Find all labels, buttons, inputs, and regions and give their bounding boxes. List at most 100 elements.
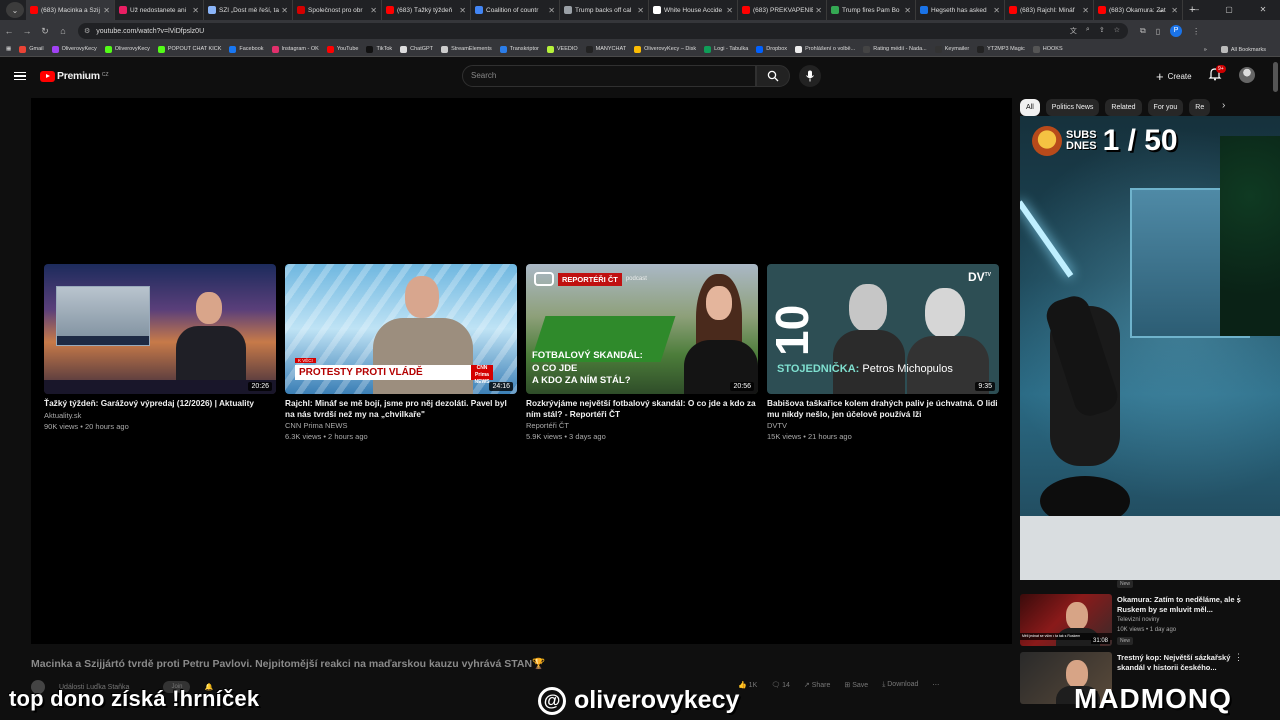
bookmark-item[interactable]: Rating médií - Nada... xyxy=(863,45,927,53)
video-thumbnail[interactable]: K VĚCI PROTESTY PROTI VLÁDĚ CNN Prima NE… xyxy=(285,264,517,394)
more-options-icon[interactable]: ⋮ xyxy=(1234,594,1243,605)
chevron-down-icon[interactable]: ⌄ xyxy=(1144,0,1178,20)
browser-tab[interactable]: Hegseth has asked ✕ xyxy=(916,0,1005,20)
video-title[interactable]: Rozkrývjáme největší fotbalový skandál: … xyxy=(526,398,758,419)
menu-icon[interactable] xyxy=(14,71,26,81)
browser-tab[interactable]: Trump backs off cal ✕ xyxy=(560,0,649,20)
end-card[interactable]: REPORTÉŘI ČT podcast FOTBALOVÝ SKANDÁL: … xyxy=(526,264,758,441)
page-scrollbar[interactable] xyxy=(1273,62,1278,92)
tab-close-icon[interactable]: ✕ xyxy=(726,6,733,15)
address-bar[interactable]: ⚙ youtube.com/watch?v=lViDfpslz0U 文 ⌕ ⇪ … xyxy=(78,23,1128,39)
more-options-icon[interactable]: ⋮ xyxy=(1234,652,1243,663)
extensions-icon[interactable]: ⧉ xyxy=(1140,26,1146,36)
browser-tab[interactable]: Coalition of countr ✕ xyxy=(471,0,560,20)
tab-close-icon[interactable]: ✕ xyxy=(904,6,911,15)
bookmark-item[interactable]: POPOUT CHAT KICK xyxy=(157,45,221,53)
tab-close-icon[interactable]: ✕ xyxy=(370,6,377,15)
maximize-button[interactable]: ▢ xyxy=(1212,0,1246,20)
reload-button[interactable]: ↻ xyxy=(36,26,54,37)
tab-close-icon[interactable]: ✕ xyxy=(103,6,110,15)
browser-menu-icon[interactable]: ⋮ xyxy=(1192,27,1200,36)
translate-icon[interactable]: 文 xyxy=(1070,26,1077,36)
tab-close-icon[interactable]: ✕ xyxy=(1082,6,1089,15)
bookmark-item[interactable]: OliverovyKecy xyxy=(104,45,150,53)
search-button[interactable] xyxy=(756,65,790,87)
bookmark-item[interactable]: OliverovyKecy – Disk xyxy=(634,45,696,53)
tab-close-icon[interactable]: ✕ xyxy=(993,6,1000,15)
minimize-button[interactable]: — xyxy=(1178,0,1212,20)
recommendation-channel[interactable]: Televizní noviny xyxy=(1117,617,1159,623)
create-button[interactable]: + Create xyxy=(1150,66,1198,86)
browser-tab[interactable]: Společnost pro obr ✕ xyxy=(293,0,382,20)
tab-close-icon[interactable]: ✕ xyxy=(815,6,822,15)
video-thumbnail[interactable]: 20:26 xyxy=(44,264,276,394)
video-title[interactable]: Ťažký týždeň: Garážový výpredaj (12/2026… xyxy=(44,398,276,409)
comments-button[interactable]: 🗨 14 xyxy=(771,681,790,689)
bookmark-item[interactable]: TikTok xyxy=(366,45,392,53)
bookmark-star-icon[interactable]: ☆ xyxy=(1114,26,1120,36)
video-title[interactable]: Rajchl: Mináf se mě bojí, jsme pro něj d… xyxy=(285,398,517,419)
bookmark-item[interactable]: YouTube xyxy=(326,45,358,53)
site-info-icon[interactable]: ⚙ xyxy=(84,27,90,35)
bookmark-item[interactable]: Gmail xyxy=(19,45,44,53)
more-actions-icon[interactable]: ⋯ xyxy=(932,681,939,689)
like-button[interactable]: 👍 1K xyxy=(738,681,757,689)
tab-close-icon[interactable]: ✕ xyxy=(637,6,644,15)
filter-chip[interactable]: For you xyxy=(1147,98,1184,116)
bookmark-item[interactable]: VEEDIO xyxy=(546,45,578,53)
home-button[interactable]: ⌂ xyxy=(54,26,72,36)
bookmark-item[interactable]: Keymailer xyxy=(934,45,969,53)
share-button[interactable]: ↗ Share xyxy=(804,681,831,689)
tab-close-icon[interactable]: ✕ xyxy=(192,6,199,15)
filter-chip[interactable]: Politics News xyxy=(1045,98,1100,116)
bookmark-item[interactable]: OliverovyKecy xyxy=(51,45,97,53)
bookmark-item[interactable]: Facebook xyxy=(229,45,264,53)
forward-button[interactable]: → xyxy=(18,26,36,36)
bookmark-item[interactable]: Prohlášení o volbě... xyxy=(795,45,855,53)
end-card[interactable]: 10 DVTV STOJEDNIČKA: Petros Michopulos 9… xyxy=(767,264,999,441)
youtube-logo[interactable]: Premium CZ xyxy=(40,70,109,82)
all-bookmarks-button[interactable]: All Bookmarks xyxy=(1220,46,1266,53)
recommendation-thumbnail[interactable]: Měli jednat se vším • ta tak s Ruskem 31… xyxy=(1020,594,1112,646)
filter-chip[interactable]: All xyxy=(1020,98,1040,116)
profile-avatar[interactable]: P xyxy=(1170,25,1183,37)
channel-name[interactable]: CNN Prima NEWS xyxy=(285,421,517,430)
filter-chip[interactable]: Re xyxy=(1189,98,1211,116)
channel-name[interactable]: Reportéři ČT xyxy=(526,421,758,430)
bookmark-item[interactable]: YT2MP3 Magic xyxy=(977,45,1025,53)
tab-search-button[interactable]: ⌄ xyxy=(6,2,24,18)
save-button[interactable]: ⊞ Save xyxy=(844,681,868,689)
browser-tab[interactable]: Trump fires Pam Bo ✕ xyxy=(827,0,916,20)
bookmark-item[interactable]: MANYCHAT xyxy=(585,45,626,53)
filter-chip[interactable]: Related xyxy=(1105,98,1142,116)
search-input[interactable]: Search xyxy=(462,65,756,87)
video-thumbnail[interactable]: REPORTÉŘI ČT podcast FOTBALOVÝ SKANDÁL: … xyxy=(526,264,758,394)
zoom-icon[interactable]: ⌕ xyxy=(1086,26,1090,36)
video-title[interactable]: Babišova taškařice kolem drahých paliv j… xyxy=(767,398,999,419)
chevron-right-icon[interactable]: › xyxy=(1222,100,1225,111)
bookmark-item[interactable]: Logi - Tabulka xyxy=(704,45,748,53)
tab-close-icon[interactable]: ✕ xyxy=(548,6,555,15)
browser-tab[interactable]: SZI „Dost mě řeší, tak j ✕ xyxy=(204,0,293,20)
tab-close-icon[interactable]: ✕ xyxy=(281,6,288,15)
close-window-button[interactable]: ✕ xyxy=(1246,0,1280,20)
browser-tab[interactable]: (683) PREKVAPENIE ✕ xyxy=(738,0,827,20)
voice-search-button[interactable] xyxy=(799,65,821,87)
download-button[interactable]: ⤓ Download xyxy=(882,681,918,689)
tab-close-icon[interactable]: ✕ xyxy=(459,6,466,15)
sidepanel-icon[interactable]: ▯ xyxy=(1156,27,1160,36)
browser-tab[interactable]: (683) Rajchl: Mináf ✕ xyxy=(1005,0,1094,20)
account-avatar[interactable] xyxy=(1239,67,1255,83)
bookmark-item[interactable]: Transkriptor xyxy=(499,45,539,53)
recommendation-title[interactable]: Okamura: Zatím to neděláme, ale s Ruskem… xyxy=(1117,595,1245,614)
end-card[interactable]: 20:26 Ťažký týždeň: Garážový výpredaj (1… xyxy=(44,264,276,431)
channel-name[interactable]: Aktuality.sk xyxy=(44,411,276,420)
bookmark-item[interactable]: HOOKS xyxy=(1032,45,1063,53)
bookmark-item[interactable]: StreamElements xyxy=(441,45,492,53)
bookmark-item[interactable]: Dropbox xyxy=(756,45,787,53)
back-button[interactable]: ← xyxy=(0,26,18,36)
apps-icon[interactable]: ▦ xyxy=(6,46,11,52)
video-thumbnail[interactable]: 10 DVTV STOJEDNIČKA: Petros Michopulos 9… xyxy=(767,264,999,394)
browser-tab[interactable]: Už nedostanete ani ✕ xyxy=(115,0,204,20)
channel-name[interactable]: DVTV xyxy=(767,421,999,430)
